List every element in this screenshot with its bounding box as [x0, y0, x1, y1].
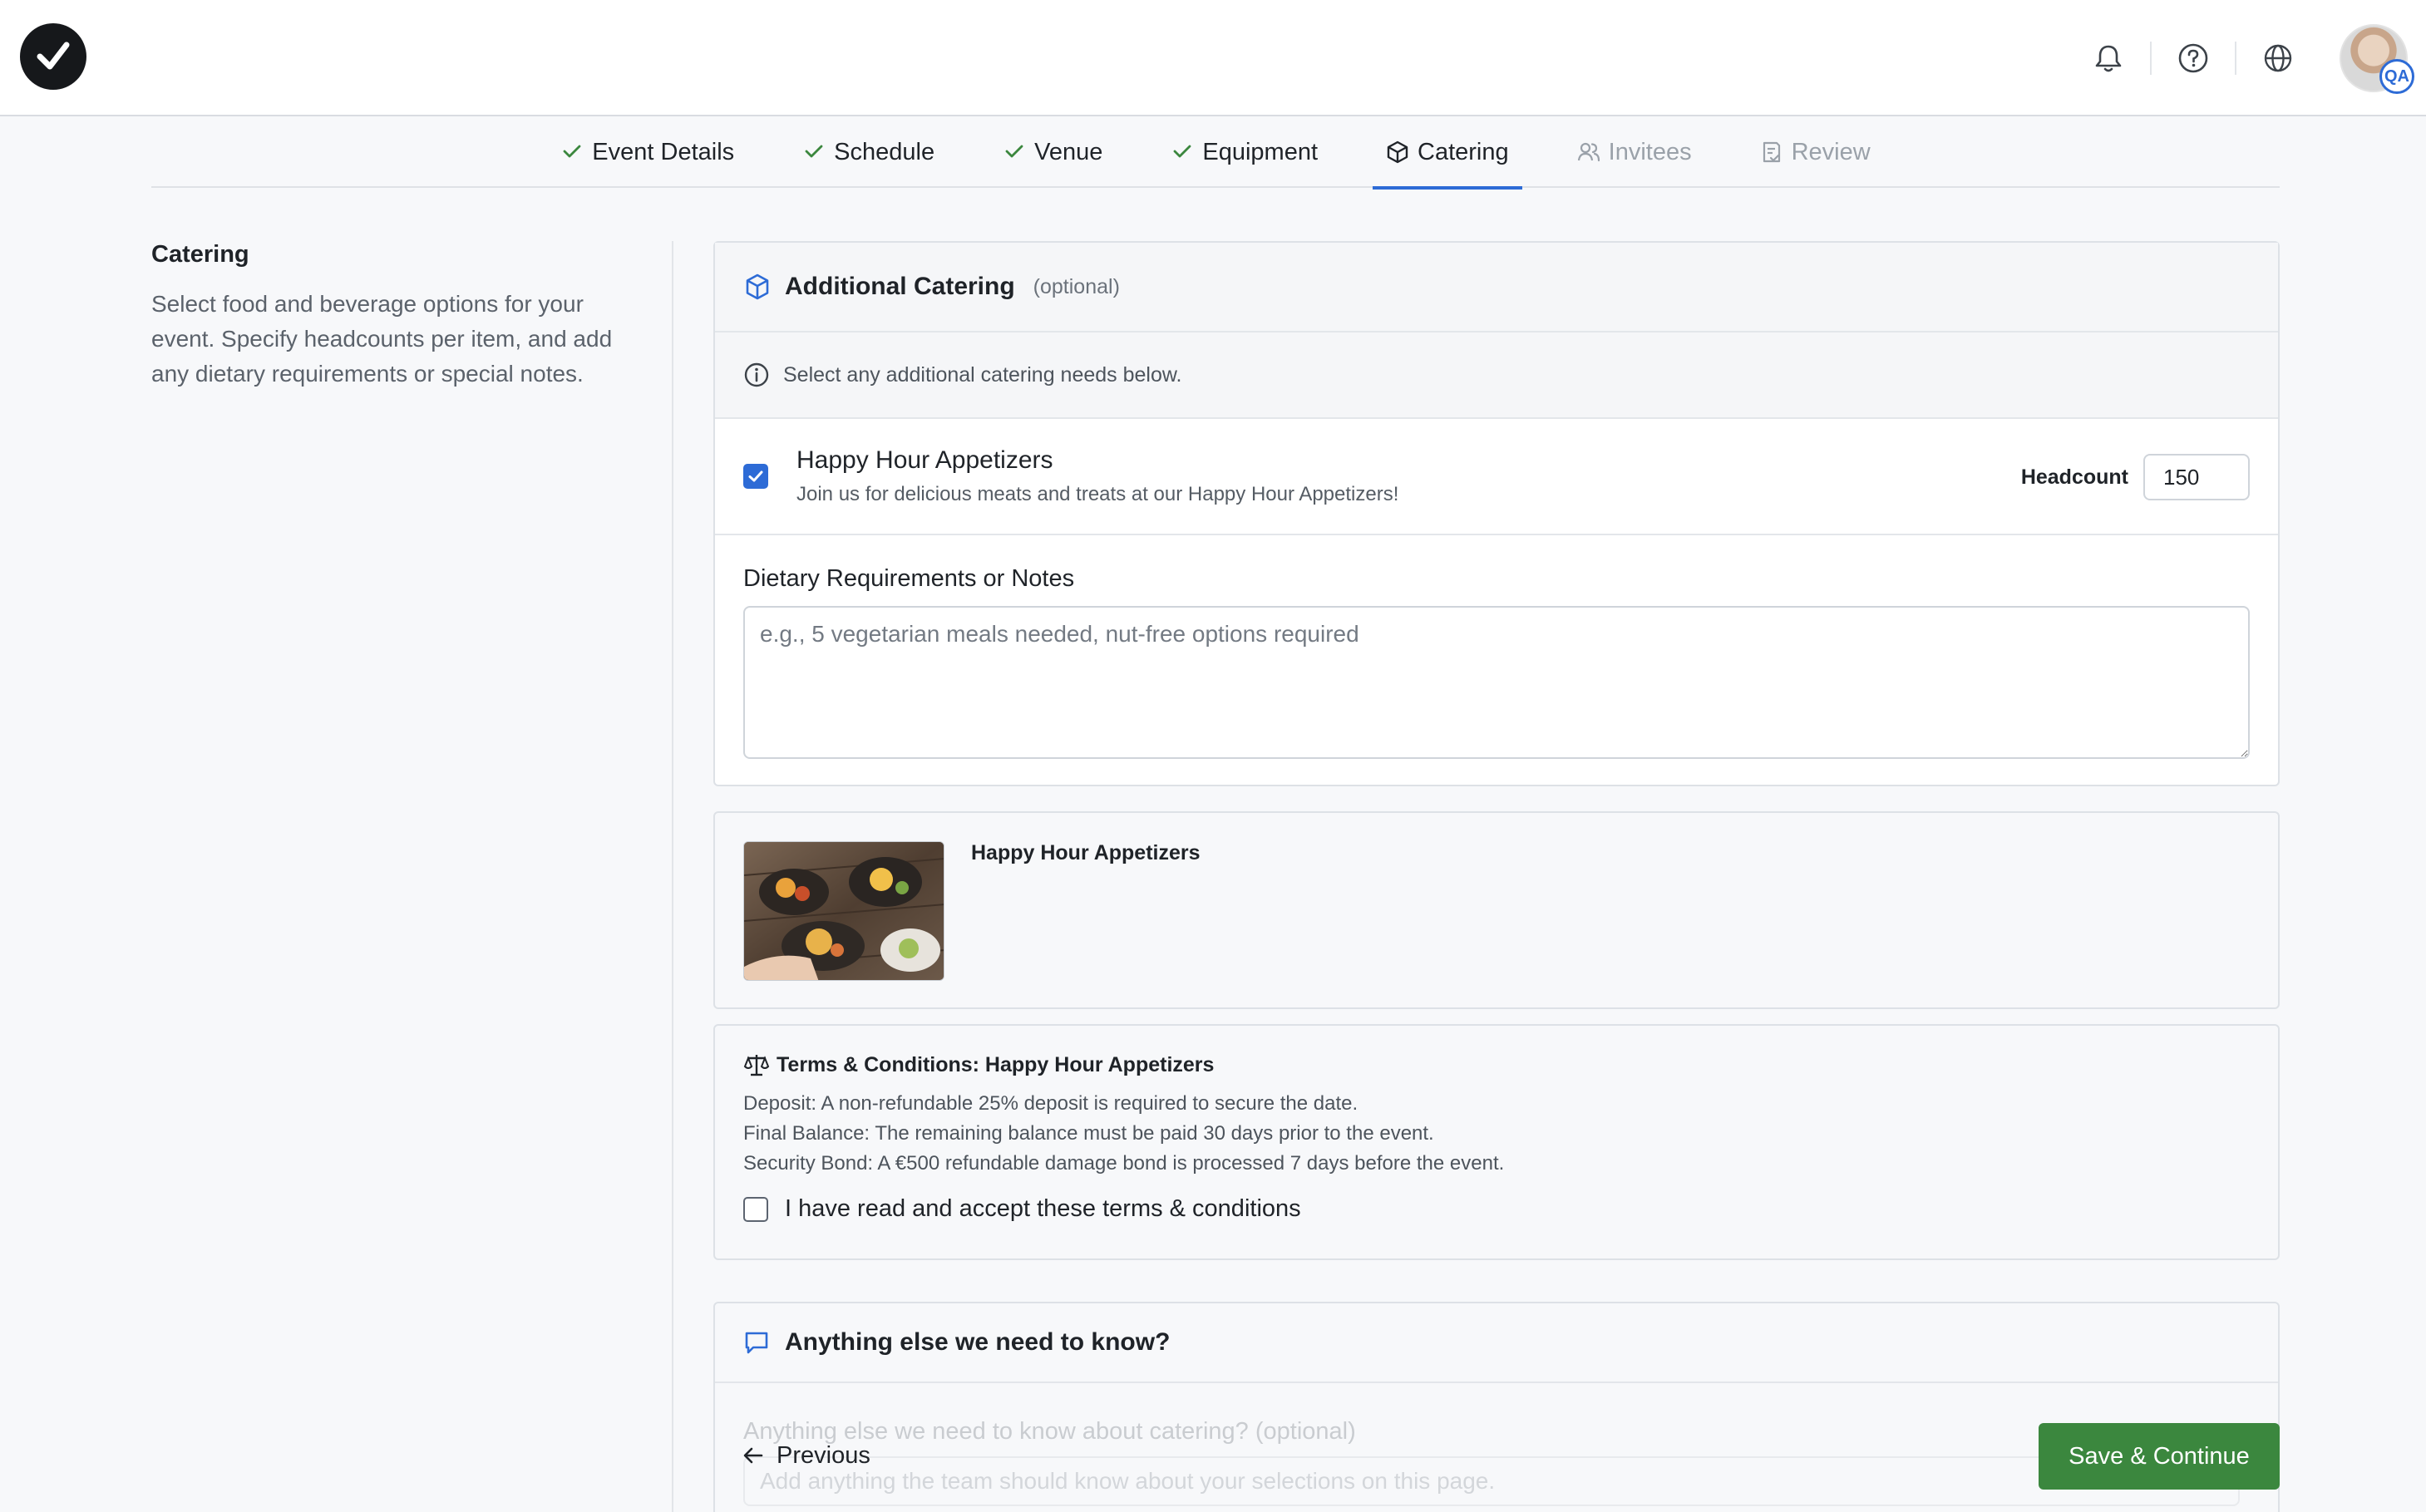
preview-title: Happy Hour Appetizers — [971, 841, 1201, 864]
info-text: Select any additional catering needs bel… — [783, 362, 1182, 387]
headcount-group: Headcount — [2021, 454, 2250, 500]
terms-line: Deposit: A non-refundable 25% deposit is… — [743, 1092, 1358, 1115]
anything-else-title: Anything else we need to know? — [785, 1328, 1171, 1356]
check-icon — [748, 470, 763, 482]
check-icon — [805, 145, 823, 158]
previous-button[interactable]: Previous — [742, 1438, 870, 1473]
food-photo — [743, 841, 944, 981]
save-continue-button[interactable]: Save & Continue — [2039, 1423, 2280, 1490]
accept-terms-label[interactable]: I have read and accept these terms & con… — [785, 1195, 1301, 1223]
headcount-label: Headcount — [2020, 465, 2128, 489]
avatar-badge: QA — [2379, 59, 2414, 94]
headcount-input[interactable] — [2143, 454, 2250, 500]
catering-item-row: Happy Hour Appetizers Join us for delici… — [715, 419, 2278, 535]
notes-textarea[interactable] — [743, 606, 2250, 759]
scale-icon — [743, 1055, 770, 1076]
terms-header: Terms & Conditions: Happy Hour Appetizer… — [743, 1052, 2250, 1077]
step-equipment[interactable]: Equipment — [1157, 116, 1331, 188]
previous-label: Previous — [777, 1441, 870, 1469]
item-checkbox[interactable] — [743, 464, 768, 489]
card-header: Additional Catering (optional) — [715, 243, 2278, 332]
check-icon — [1005, 145, 1023, 158]
section-title: Catering — [151, 241, 249, 268]
step-venue[interactable]: Venue — [989, 116, 1116, 188]
topbar-separator — [2235, 42, 2236, 75]
accept-terms-row[interactable]: I have read and accept these terms & con… — [743, 1195, 2250, 1223]
item-text: Happy Hour Appetizers Join us for delici… — [796, 446, 1398, 506]
help-circle-icon[interactable] — [2177, 42, 2210, 75]
users-icon — [1577, 142, 1600, 162]
step-event-details[interactable]: Event Details — [547, 116, 747, 188]
item-title: Happy Hour Appetizers — [796, 446, 1053, 474]
step-label: Invitees — [1608, 138, 1692, 165]
card-subtitle: (optional) — [1033, 274, 1120, 298]
cube-icon — [746, 273, 769, 300]
check-icon — [563, 145, 581, 158]
document-check-icon — [1763, 141, 1780, 163]
step-schedule[interactable]: Schedule — [789, 116, 948, 188]
step-catering[interactable]: Catering — [1373, 116, 1522, 190]
card-title: Additional Catering — [785, 273, 1015, 300]
arrow-left-icon — [743, 1447, 763, 1464]
item-preview-card: Happy Hour Appetizers — [713, 811, 2280, 1009]
avatar[interactable]: QA — [2340, 24, 2414, 94]
logo-icon[interactable] — [20, 23, 86, 90]
step-label: Review — [1791, 138, 1871, 165]
topbar-actions: QA — [2092, 0, 2426, 116]
additional-catering-card: Additional Catering (optional) Select an… — [713, 241, 2280, 786]
info-banner: Select any additional catering needs bel… — [715, 332, 2278, 419]
step-label: Equipment — [1202, 138, 1319, 165]
check-icon — [1173, 145, 1191, 158]
step-label: Event Details — [592, 138, 735, 165]
top-bar: QA — [0, 0, 2426, 116]
terms-line: Security Bond: A €500 refundable damage … — [743, 1152, 1505, 1175]
anything-else-input[interactable]: Add anything the team should know about … — [743, 1456, 2240, 1506]
section-intro: Catering Select food and beverage option… — [151, 241, 634, 392]
anything-else-header: Anything else we need to know? — [715, 1303, 2278, 1383]
bell-icon[interactable] — [2092, 42, 2125, 75]
terms-card: Terms & Conditions: Happy Hour Appetizer… — [713, 1024, 2280, 1260]
notes-section: Dietary Requirements or Notes — [715, 535, 2278, 790]
step-review[interactable]: Review — [1747, 116, 1884, 188]
info-icon — [744, 362, 769, 387]
step-label: Schedule — [834, 138, 935, 165]
section-description: Select food and beverage options for you… — [151, 291, 613, 387]
step-label: Venue — [1034, 138, 1103, 165]
cube-icon — [1387, 140, 1408, 164]
topbar-separator — [2150, 42, 2152, 75]
chat-bubble-icon — [745, 1332, 768, 1354]
step-label: Catering — [1418, 138, 1509, 165]
accept-terms-checkbox[interactable] — [743, 1196, 768, 1222]
terms-title: Terms & Conditions: Happy Hour Appetizer… — [777, 1052, 1215, 1076]
item-description: Join us for delicious meats and treats a… — [796, 483, 1399, 505]
terms-line: Final Balance: The remaining balance mus… — [743, 1122, 1434, 1145]
notes-label: Dietary Requirements or Notes — [743, 565, 1075, 592]
step-navigation: Event Details Schedule Venue Equipment Cater… — [151, 116, 2280, 190]
globe-icon[interactable] — [2261, 42, 2295, 75]
column-divider — [672, 241, 673, 1512]
step-invitees[interactable]: Invitees — [1564, 116, 1705, 188]
